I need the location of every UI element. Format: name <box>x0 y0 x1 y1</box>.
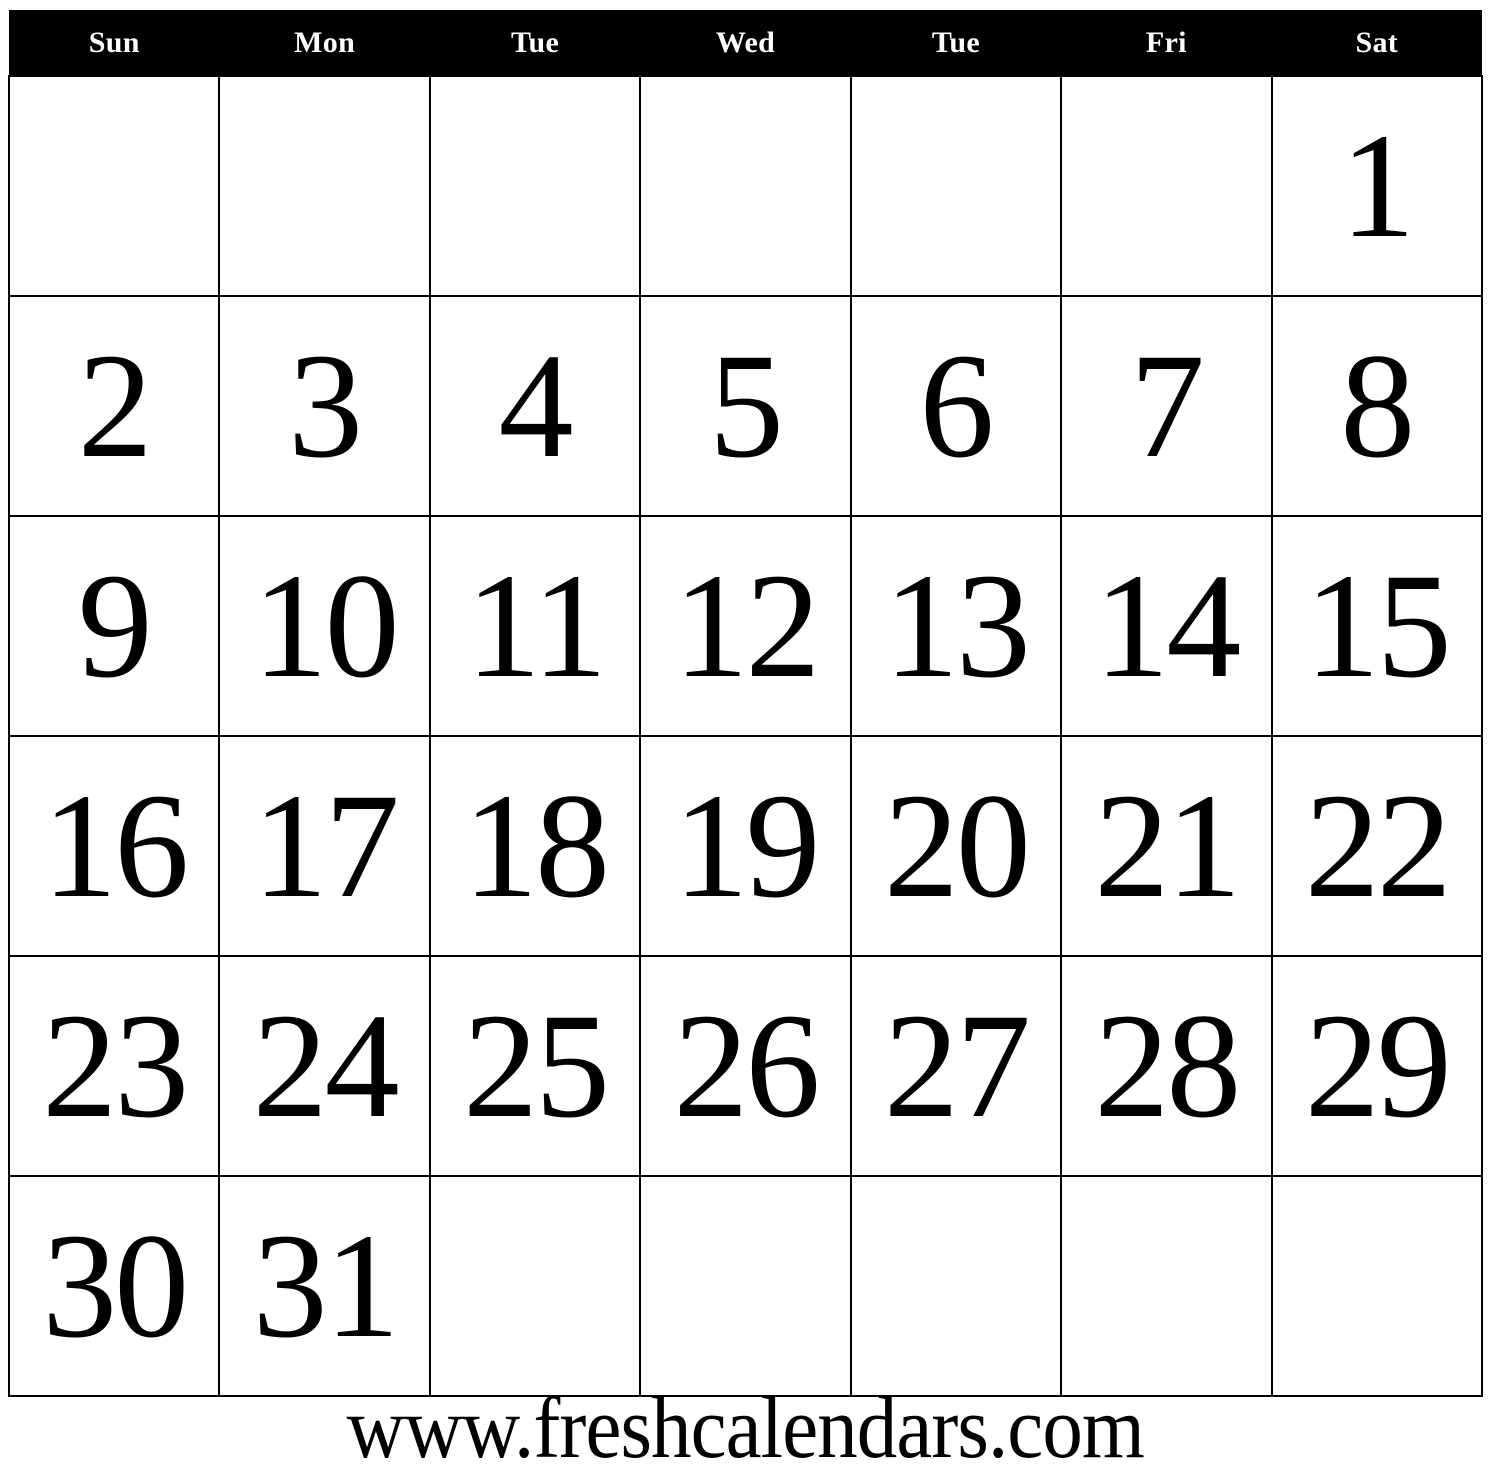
weekday-header-wednesday: Wed <box>640 10 851 76</box>
day-cell-empty <box>639 1175 852 1397</box>
day-number: 21 <box>1094 763 1241 929</box>
day-cell-empty <box>849 75 1063 297</box>
day-number: 24 <box>252 983 400 1149</box>
day-cell-29[interactable]: 29 <box>1270 955 1484 1177</box>
footer: www.freshcalendars.com <box>0 1385 1491 1473</box>
day-number: 15 <box>1304 543 1452 709</box>
day-cell-5[interactable]: 5 <box>639 295 852 517</box>
day-number: 27 <box>883 983 1031 1149</box>
calendar-week-row: 2345678 <box>7 295 1484 517</box>
weekday-header-row: Sun Mon Tue Wed Tue Fri Sat <box>9 10 1482 76</box>
weekday-header-sunday: Sun <box>9 10 220 76</box>
day-cell-26[interactable]: 26 <box>639 955 852 1177</box>
day-number: 9 <box>77 543 153 709</box>
calendar-week-row: 1 <box>7 75 1484 297</box>
day-cell-4[interactable]: 4 <box>428 295 642 517</box>
day-number: 1 <box>1340 103 1415 269</box>
day-number: 8 <box>1340 323 1415 489</box>
day-number: 29 <box>1304 983 1452 1149</box>
day-cell-31[interactable]: 31 <box>218 1175 431 1397</box>
day-number: 2 <box>77 323 153 489</box>
day-number: 12 <box>673 543 820 709</box>
day-cell-22[interactable]: 22 <box>1270 735 1484 957</box>
calendar-table: Sun Mon Tue Wed Tue Fri Sat 1 2 3 4 5 6 7 8 9 10 11 12 13 1… <box>7 10 1484 1397</box>
weekday-header-saturday: Sat <box>1271 10 1482 76</box>
day-number: 6 <box>919 323 994 489</box>
day-cell-27[interactable]: 27 <box>849 955 1063 1177</box>
day-cell-28[interactable]: 28 <box>1060 955 1273 1177</box>
day-number: 20 <box>883 763 1031 929</box>
day-cell-empty <box>7 75 221 297</box>
day-cell-13[interactable]: 13 <box>849 515 1063 737</box>
weekday-header-friday: Fri <box>1061 10 1272 76</box>
day-cell-21[interactable]: 21 <box>1060 735 1273 957</box>
day-cell-8[interactable]: 8 <box>1270 295 1484 517</box>
day-cell-30[interactable]: 30 <box>7 1175 221 1397</box>
day-cell-empty <box>1060 1175 1273 1397</box>
weekday-header-monday: Mon <box>219 10 430 76</box>
day-cell-empty <box>1270 1175 1484 1397</box>
day-cell-17[interactable]: 17 <box>218 735 431 957</box>
calendar-week-row: 23 24 25 26 27 28 29 <box>7 955 1484 1177</box>
day-cell-empty <box>428 75 642 297</box>
day-cell-24[interactable]: 24 <box>218 955 431 1177</box>
day-number: 23 <box>42 983 189 1149</box>
day-number: 30 <box>42 1203 189 1369</box>
weekday-header-tuesday: Tue <box>429 10 641 76</box>
day-number: 14 <box>1094 543 1241 709</box>
day-cell-9[interactable]: 9 <box>7 515 221 737</box>
day-cell-19[interactable]: 19 <box>639 735 852 957</box>
weekday-header-thursday: Tue <box>850 10 1062 76</box>
calendar-week-row: 16 17 18 19 20 21 22 <box>7 735 1484 957</box>
day-cell-18[interactable]: 18 <box>428 735 642 957</box>
day-cell-15[interactable]: 15 <box>1270 515 1484 737</box>
calendar-week-row: 9 10 11 12 13 14 15 <box>7 515 1484 737</box>
calendar-header: Sun Mon Tue Wed Tue Fri Sat <box>9 10 1482 76</box>
footer-url-text: www.freshcalendars.com <box>346 1380 1145 1477</box>
day-number: 28 <box>1094 983 1241 1149</box>
day-number: 4 <box>498 323 574 489</box>
day-number: 16 <box>42 763 189 929</box>
day-number: 7 <box>1129 323 1205 489</box>
day-number: 10 <box>252 543 400 709</box>
day-number: 13 <box>883 543 1031 709</box>
day-number: 25 <box>463 983 610 1149</box>
day-cell-20[interactable]: 20 <box>849 735 1063 957</box>
day-number: 18 <box>463 763 610 929</box>
day-cell-empty <box>1060 75 1273 297</box>
day-cell-11[interactable]: 11 <box>428 515 642 737</box>
day-cell-25[interactable]: 25 <box>428 955 642 1177</box>
day-cell-23[interactable]: 23 <box>7 955 221 1177</box>
calendar-page: Sun Mon Tue Wed Tue Fri Sat 1 2 3 4 5 6 7 8 9 10 11 12 13 1… <box>0 0 1491 1473</box>
day-number: 3 <box>288 323 363 489</box>
day-cell-6[interactable]: 6 <box>849 295 1063 517</box>
day-number: 26 <box>673 983 820 1149</box>
day-cell-1[interactable]: 1 <box>1270 75 1484 297</box>
calendar-body: 1 2 3 4 5 6 7 8 9 10 11 12 13 14 15 16 17 18 19 20 21 22 23 24 2… <box>7 75 1484 1397</box>
day-cell-empty <box>218 75 431 297</box>
day-number: 11 <box>465 543 607 709</box>
day-cell-empty <box>849 1175 1063 1397</box>
calendar-week-row: 30 31 <box>7 1175 1484 1397</box>
day-cell-7[interactable]: 7 <box>1060 295 1273 517</box>
day-cell-10[interactable]: 10 <box>218 515 431 737</box>
day-number: 5 <box>708 323 784 489</box>
calendar-grid: Sun Mon Tue Wed Tue Fri Sat 1 2 3 4 5 6 7 8 9 10 11 12 13 1… <box>7 10 1484 1397</box>
day-cell-16[interactable]: 16 <box>7 735 221 957</box>
day-cell-12[interactable]: 12 <box>639 515 852 737</box>
day-cell-3[interactable]: 3 <box>218 295 431 517</box>
day-number: 17 <box>252 763 400 929</box>
day-number: 19 <box>673 763 820 929</box>
day-cell-empty <box>639 75 852 297</box>
day-cell-14[interactable]: 14 <box>1060 515 1273 737</box>
day-number: 31 <box>252 1203 400 1369</box>
day-cell-2[interactable]: 2 <box>7 295 221 517</box>
day-cell-empty <box>428 1175 642 1397</box>
day-number: 22 <box>1304 763 1452 929</box>
